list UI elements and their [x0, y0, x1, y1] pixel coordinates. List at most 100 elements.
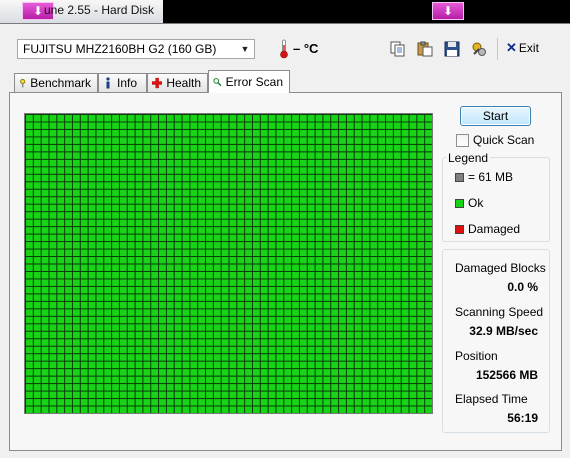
scan-block-ok [49, 227, 57, 234]
scan-block-ok [237, 279, 245, 286]
scan-block-ok [284, 354, 292, 361]
scan-block-ok [260, 137, 268, 144]
scan-block-ok [159, 399, 166, 406]
scan-block-ok [354, 376, 362, 384]
scan-block-ok [252, 219, 260, 227]
scan-block-ok [346, 189, 354, 197]
scan-block-ok [237, 197, 245, 204]
scan-block-ok [331, 354, 339, 361]
scan-block-ok [354, 219, 362, 227]
scan-block-ok [276, 406, 284, 413]
scan-block-ok [166, 227, 174, 234]
exit-button[interactable]: ✕ Exit [506, 40, 539, 56]
download-icon-right[interactable]: ⬇ [432, 2, 464, 20]
scan-block-ok [41, 242, 49, 249]
scan-block-ok [299, 212, 307, 219]
scan-block-ok [33, 324, 41, 331]
scan-block-ok [276, 182, 284, 189]
scan-block-ok [346, 122, 354, 129]
scan-block-ok [237, 399, 245, 406]
tab-info[interactable]: Info [98, 73, 147, 92]
tab-health[interactable]: Health [147, 73, 208, 92]
scan-block-ok [112, 376, 119, 384]
scan-block-ok [151, 257, 159, 264]
scan-block-ok [104, 152, 112, 159]
scan-block-ok [409, 301, 417, 309]
scan-block-ok [307, 346, 315, 354]
scan-block-ok [315, 242, 323, 249]
scan-block-ok [276, 309, 284, 316]
legend-swatch-ok [455, 198, 464, 208]
scan-block-ok [292, 339, 299, 346]
scan-block-ok [72, 122, 80, 129]
scan-block-ok [362, 339, 370, 346]
save-button[interactable] [441, 38, 463, 60]
scan-block-ok [339, 197, 346, 204]
scan-block-ok [370, 286, 378, 294]
scan-block-ok [229, 399, 237, 406]
scan-block-ok [96, 391, 104, 399]
scan-block-ok [135, 346, 143, 354]
scan-block-ok [331, 271, 339, 279]
scan-block-ok [362, 309, 370, 316]
scan-block-ok [112, 167, 119, 174]
start-button[interactable]: Start [460, 106, 531, 126]
quick-scan-checkbox[interactable] [456, 133, 469, 147]
scan-block-ok [80, 279, 88, 286]
scan-block-ok [88, 271, 96, 279]
paste-button[interactable] [414, 38, 436, 60]
scan-block-ok [409, 234, 417, 242]
scan-block-ok [401, 309, 409, 316]
scan-block-ok [237, 182, 245, 189]
scan-block-ok [190, 301, 198, 309]
scan-block-ok [112, 399, 119, 406]
scan-block-ok [284, 242, 292, 249]
scan-block-ok [401, 286, 409, 294]
scan-block-ok [409, 294, 417, 301]
scan-block-ok [339, 174, 346, 182]
scan-block-ok [284, 227, 292, 234]
scan-block-ok [260, 339, 268, 346]
options-button[interactable] [468, 38, 490, 60]
scan-block-ok [315, 354, 323, 361]
scan-block-ok [57, 324, 65, 331]
chevron-down-icon[interactable]: ▼ [238, 42, 252, 56]
scan-block-ok [112, 197, 119, 204]
scan-block-ok [393, 354, 401, 361]
scan-block-ok [393, 174, 401, 182]
scan-block-ok [206, 152, 213, 159]
scan-block-ok [213, 152, 221, 159]
scan-block-ok [237, 219, 245, 227]
scan-block-ok [33, 286, 41, 294]
drive-select[interactable]: FUJITSU MHZ2160BH G2 (160 GB) ▼ [17, 39, 255, 59]
scan-block-ok [307, 324, 315, 331]
tab-error-scan[interactable]: Error Scan [208, 70, 290, 93]
scan-block-ok [237, 301, 245, 309]
scan-block-ok [339, 279, 346, 286]
scan-block-ok [127, 189, 135, 197]
scan-block-ok [425, 301, 432, 309]
scan-block-ok [417, 309, 425, 316]
scan-block-ok [323, 227, 331, 234]
scan-block-ok [72, 129, 80, 137]
scan-block-ok [393, 144, 401, 152]
copy-button[interactable] [387, 38, 409, 60]
scan-block-ok [174, 406, 182, 413]
scan-block-ok [96, 399, 104, 406]
scan-block-ok [393, 339, 401, 346]
scan-block-ok [409, 391, 417, 399]
quick-scan-option[interactable]: Quick Scan [456, 133, 534, 147]
scan-block-ok [237, 227, 245, 234]
scan-block-ok [284, 249, 292, 257]
scan-block-ok [276, 376, 284, 384]
scan-block-ok [213, 324, 221, 331]
scan-block-ok [370, 115, 378, 122]
scan-block-ok [104, 227, 112, 234]
scan-block-ok [276, 115, 284, 122]
scan-block-ok [80, 406, 88, 413]
scan-block-ok [198, 391, 206, 399]
scan-block-ok [331, 279, 339, 286]
tab-benchmark[interactable]: Benchmark [14, 73, 98, 92]
scan-block-ok [331, 339, 339, 346]
scan-block-ok [143, 339, 151, 346]
